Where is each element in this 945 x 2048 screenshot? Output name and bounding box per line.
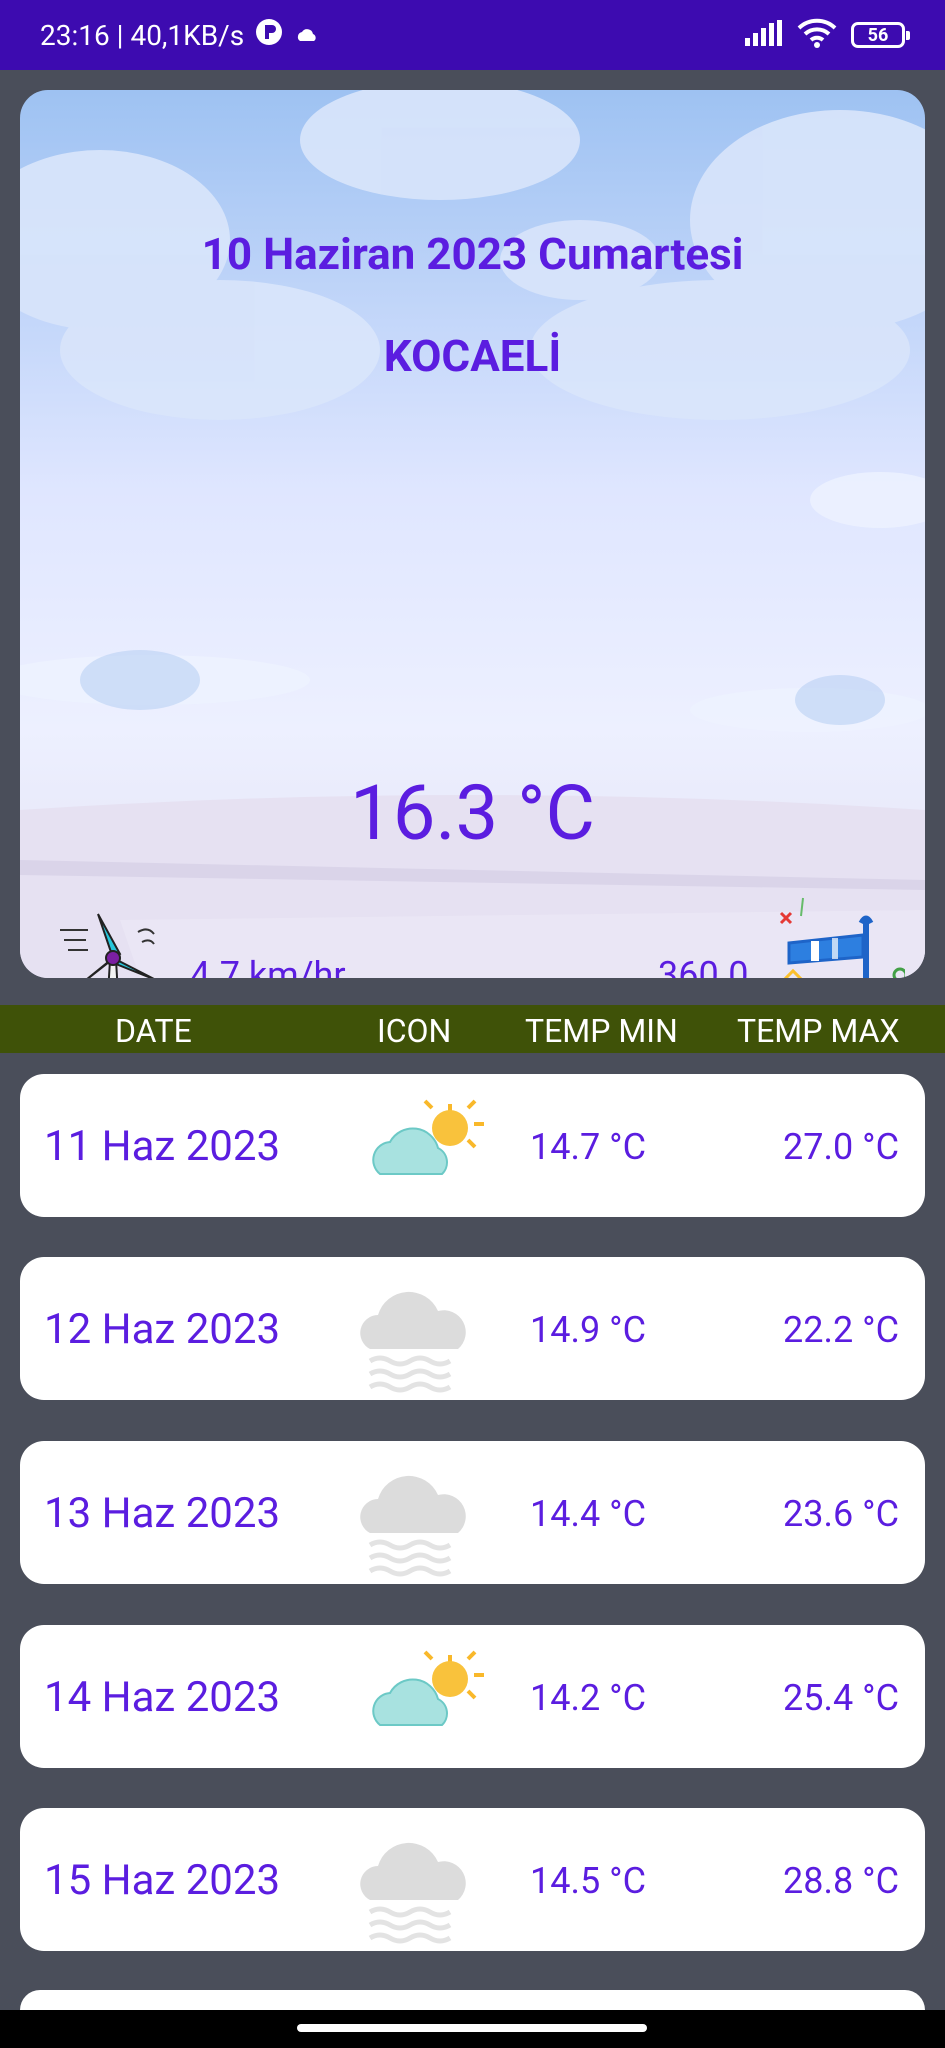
battery-icon: 56 <box>851 22 910 48</box>
sun-cloud-icon <box>372 1099 484 1175</box>
battery-level: 56 <box>867 24 889 46</box>
forecast-row[interactable]: 11 Haz 2023 14.7 °C 27.0 °C <box>20 1074 925 1217</box>
wifi-icon <box>797 18 837 52</box>
wind-turbine-icon <box>60 913 155 978</box>
fog-icon <box>360 1291 466 1393</box>
forecast-temp-min: 14.9 °C <box>530 1309 646 1351</box>
forecast-table-header: DATE ICON TEMP MIN TEMP MAX <box>0 1005 945 1053</box>
column-header-temp-min: TEMP MIN <box>525 1012 678 1050</box>
current-temperature: 16.3 °C <box>350 768 595 858</box>
current-weather-card: 10 Haziran 2023 Cumartesi KOCAELİ 16.3 °… <box>20 90 925 978</box>
forecast-date: 12 Haz 2023 <box>44 1305 281 1354</box>
forecast-date: 14 Haz 2023 <box>44 1673 281 1722</box>
forecast-temp-min: 14.2 °C <box>530 1677 646 1719</box>
forecast-row[interactable]: 12 Haz 2023 14.9 °C 22.2 °C <box>20 1257 925 1400</box>
column-header-date: DATE <box>115 1012 192 1050</box>
fog-icon <box>360 1475 466 1577</box>
status-time: 23:16 | 40,1KB/s <box>40 18 245 52</box>
forecast-temp-max: 25.4 °C <box>783 1677 899 1719</box>
forecast-temp-max: 22.2 °C <box>783 1309 899 1351</box>
city-name: KOCAELİ <box>383 330 562 382</box>
column-header-icon: ICON <box>377 1012 452 1050</box>
fog-icon <box>360 1842 466 1944</box>
forecast-date: 11 Haz 2023 <box>44 1122 281 1171</box>
wind-direction: 360.0 <box>658 954 749 978</box>
forecast-temp-max: 23.6 °C <box>783 1493 899 1535</box>
windsock-icon <box>779 897 905 978</box>
forecast-row[interactable]: 15 Haz 2023 14.5 °C 28.8 °C <box>20 1808 925 1951</box>
cloud-notification-icon <box>294 19 320 52</box>
status-bar: 23:16 | 40,1KB/s 56 <box>0 0 945 70</box>
forecast-temp-min: 14.7 °C <box>530 1126 646 1168</box>
forecast-temp-min: 14.4 °C <box>530 1493 646 1535</box>
signal-icon <box>743 20 783 50</box>
forecast-date: 13 Haz 2023 <box>44 1489 281 1538</box>
forecast-temp-max: 27.0 °C <box>783 1126 899 1168</box>
forecast-temp-min: 14.5 °C <box>530 1860 646 1902</box>
home-gesture-handle[interactable] <box>297 2024 647 2032</box>
forecast-row[interactable]: 13 Haz 2023 14.4 °C 23.6 °C <box>20 1441 925 1584</box>
forecast-date: 15 Haz 2023 <box>44 1856 281 1905</box>
wind-speed: 4.7 km/hr <box>190 954 346 978</box>
column-header-temp-max: TEMP MAX <box>737 1012 900 1050</box>
app-notification-icon <box>254 17 284 54</box>
system-navigation-bar <box>0 2010 945 2048</box>
current-date: 10 Haziran 2023 Cumartesi <box>201 228 744 280</box>
sun-cloud-icon <box>372 1650 484 1726</box>
forecast-row[interactable]: 14 Haz 2023 14.2 °C 25.4 °C <box>20 1625 925 1768</box>
forecast-temp-max: 28.8 °C <box>783 1860 899 1902</box>
